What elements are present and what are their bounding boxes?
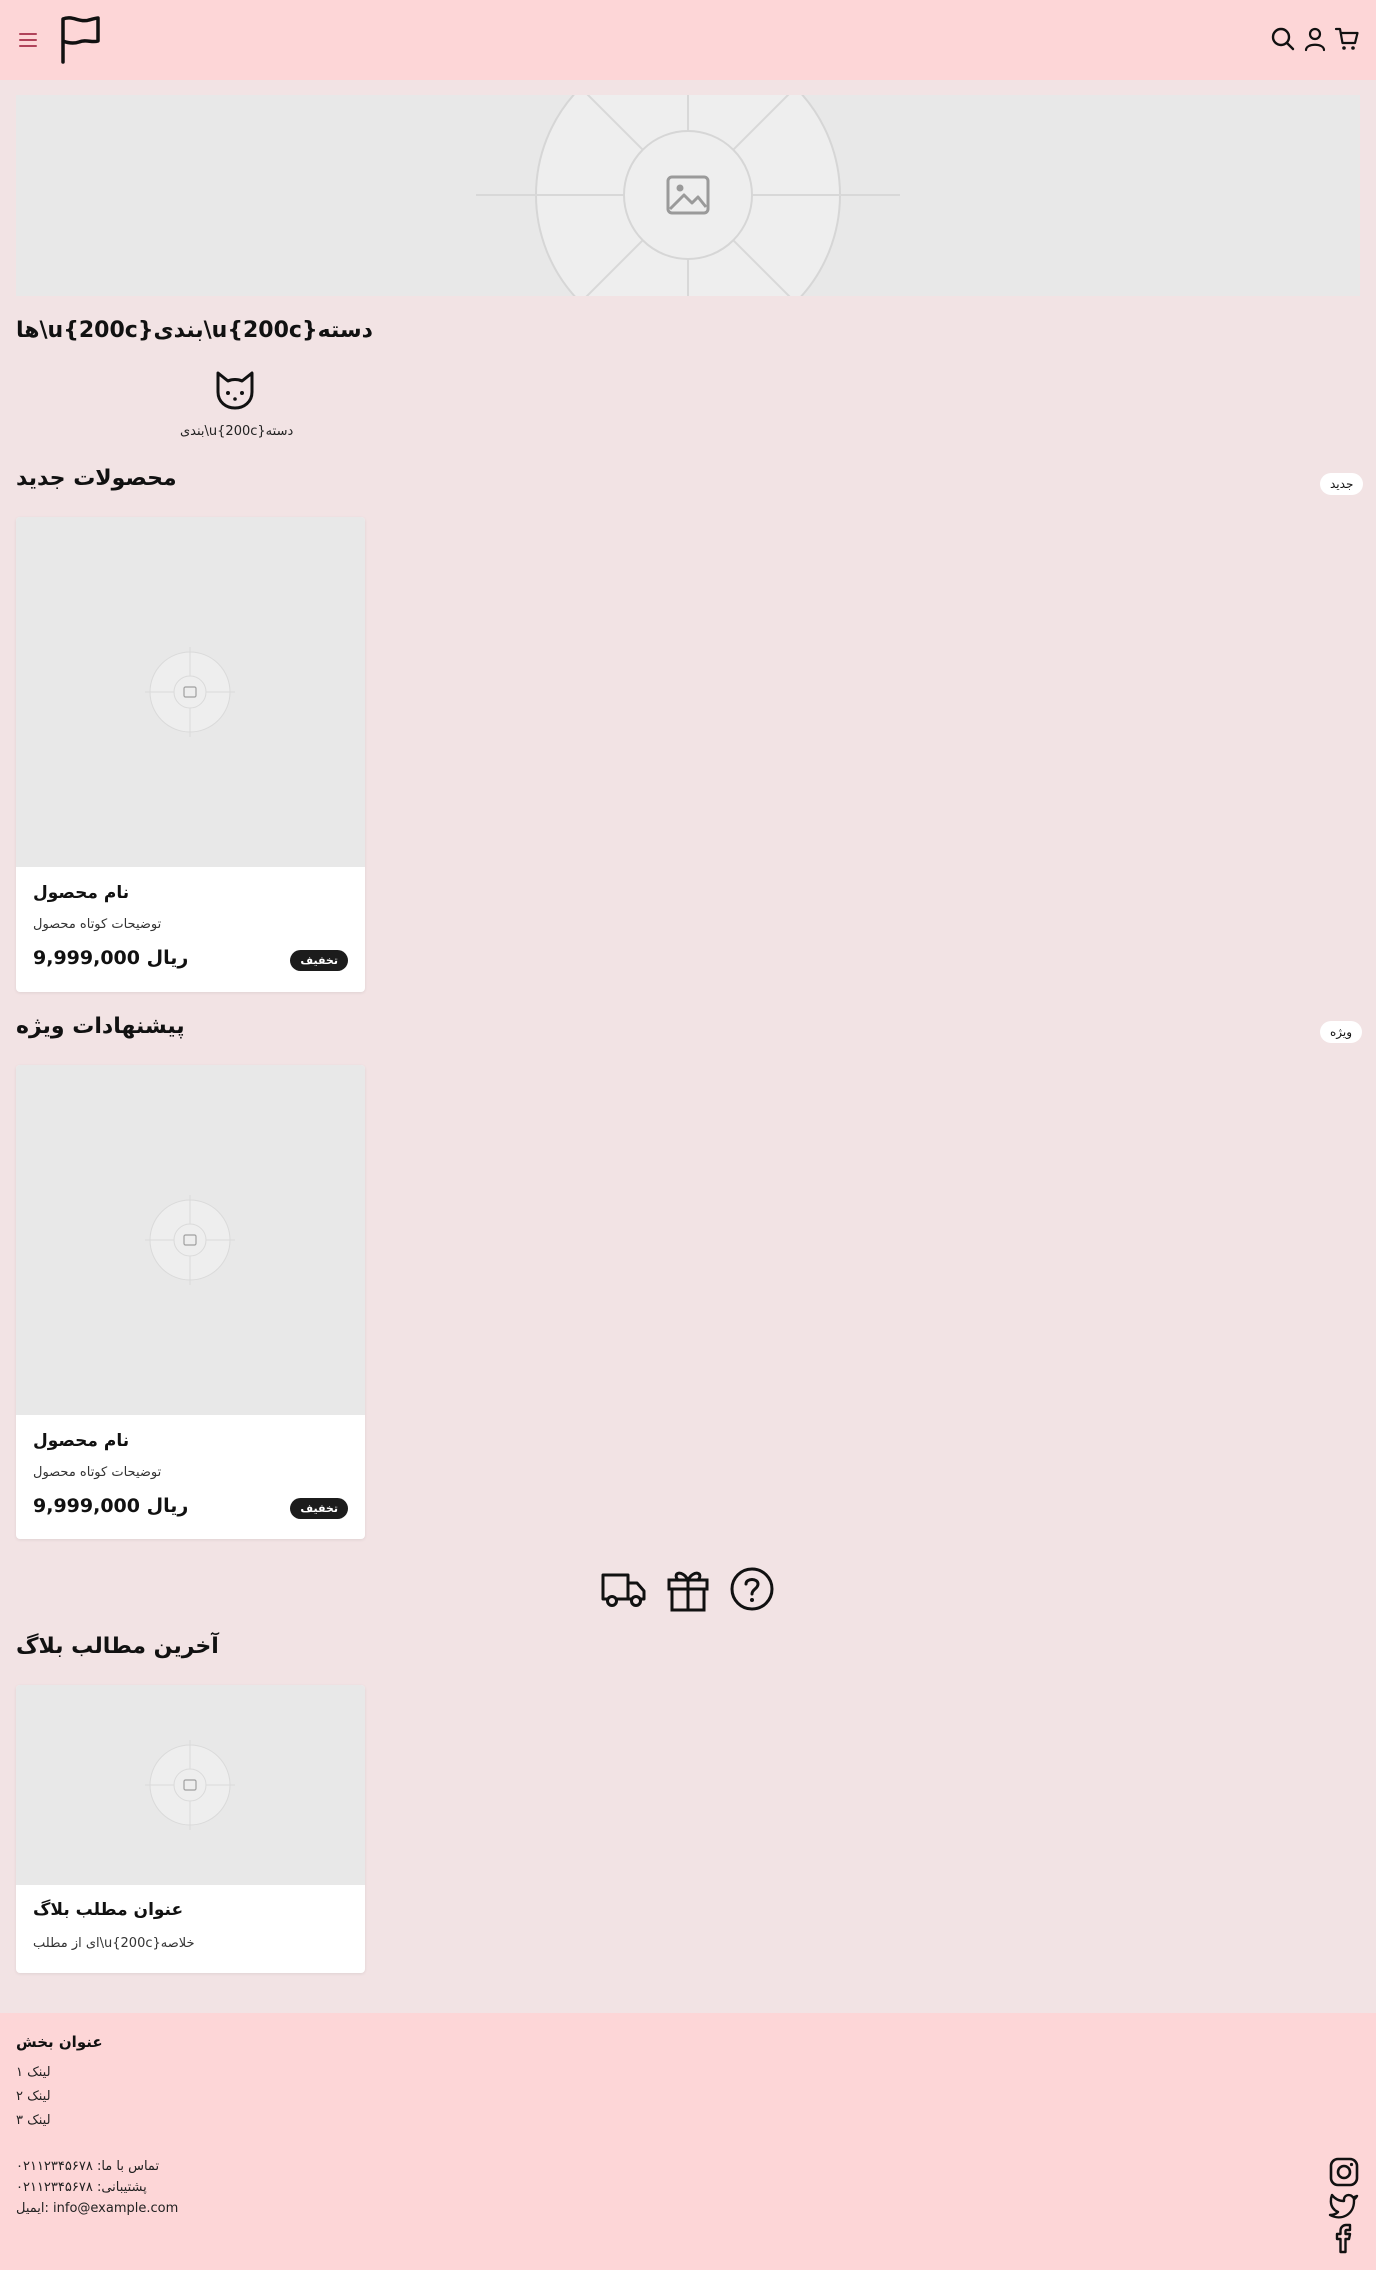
hero-banner[interactable] [16,95,1360,296]
blog-image [16,1685,365,1885]
product-price: 9,999,000 ریال [33,947,189,969]
product-image [16,1065,365,1415]
contact-phone: تماس با ما: ۰۲۱۱۲۳۴۵۶۷۸ [16,2159,160,2174]
site-footer: عنوان بخش لینک ۱ لینک ۲ لینک ۳ تماس با م… [0,2013,1376,2270]
product-description: توضیحات کوتاه محصول [33,1465,162,1480]
contact-email[interactable]: ایمیل: info@example.com [16,2201,178,2216]
hamburger-menu-icon[interactable] [18,30,38,50]
search-icon[interactable] [1270,26,1296,52]
categories-title: ها\u{200c}بندی\u{200c}دسته [16,318,373,343]
special-offers-title: پیشنهادات ویژه [16,1014,185,1039]
product-price: 9,999,000 ریال [33,1495,189,1517]
product-image [16,517,365,867]
footer-link[interactable]: لینک ۲ [16,2089,51,2104]
delivery-truck-icon [601,1573,646,1607]
gift-icon [667,1571,709,1612]
blog-post-title: عنوان مطلب بلاگ [33,1900,184,1920]
new-products-pill[interactable]: جدید [1320,473,1364,495]
cat-face-icon [216,371,254,410]
product-name: نام محصول [33,1431,130,1451]
blog-card[interactable]: عنوان مطلب بلاگ ای از مطلب\u{200c}خلاصه [16,1685,365,1973]
help-question-icon [730,1567,774,1611]
image-placeholder-icon [145,1195,235,1285]
category-item[interactable]: بندی\u{200c}دسته [180,368,294,448]
blog-title: آخرین مطالب بلاگ [16,1634,219,1659]
discount-badge: تخفیف [290,1498,348,1519]
footer-link[interactable]: لینک ۱ [16,2065,51,2080]
product-card[interactable]: نام محصول توضیحات کوتاه محصول 9,999,000 … [16,517,365,992]
support-phone: پشتیبانی: ۰۲۱۱۲۳۴۵۶۷۸ [16,2180,147,2195]
twitter-icon[interactable] [1328,2189,1360,2221]
site-header [0,0,1376,80]
shopping-cart-icon[interactable] [1334,26,1360,52]
new-products-title: محصولات جدید [16,466,177,491]
product-name: نام محصول [33,883,130,903]
facebook-icon[interactable] [1328,2222,1360,2254]
blog-post-excerpt: ای از مطلب\u{200c}خلاصه [33,1936,195,1951]
image-placeholder-icon [476,95,900,296]
image-placeholder-icon [145,1740,235,1830]
footer-link[interactable]: لینک ۳ [16,2113,51,2128]
flag-logo[interactable] [58,15,102,65]
category-label: بندی\u{200c}دسته [180,424,294,439]
special-offers-pill[interactable]: ویژه [1320,1021,1363,1043]
image-placeholder-icon [145,647,235,737]
product-description: توضیحات کوتاه محصول [33,917,162,932]
user-icon[interactable] [1302,26,1328,52]
instagram-icon[interactable] [1328,2156,1360,2188]
product-card[interactable]: نام محصول توضیحات کوتاه محصول 9,999,000 … [16,1065,365,1539]
footer-section-title: عنوان بخش [16,2033,103,2051]
discount-badge: تخفیف [290,950,348,971]
